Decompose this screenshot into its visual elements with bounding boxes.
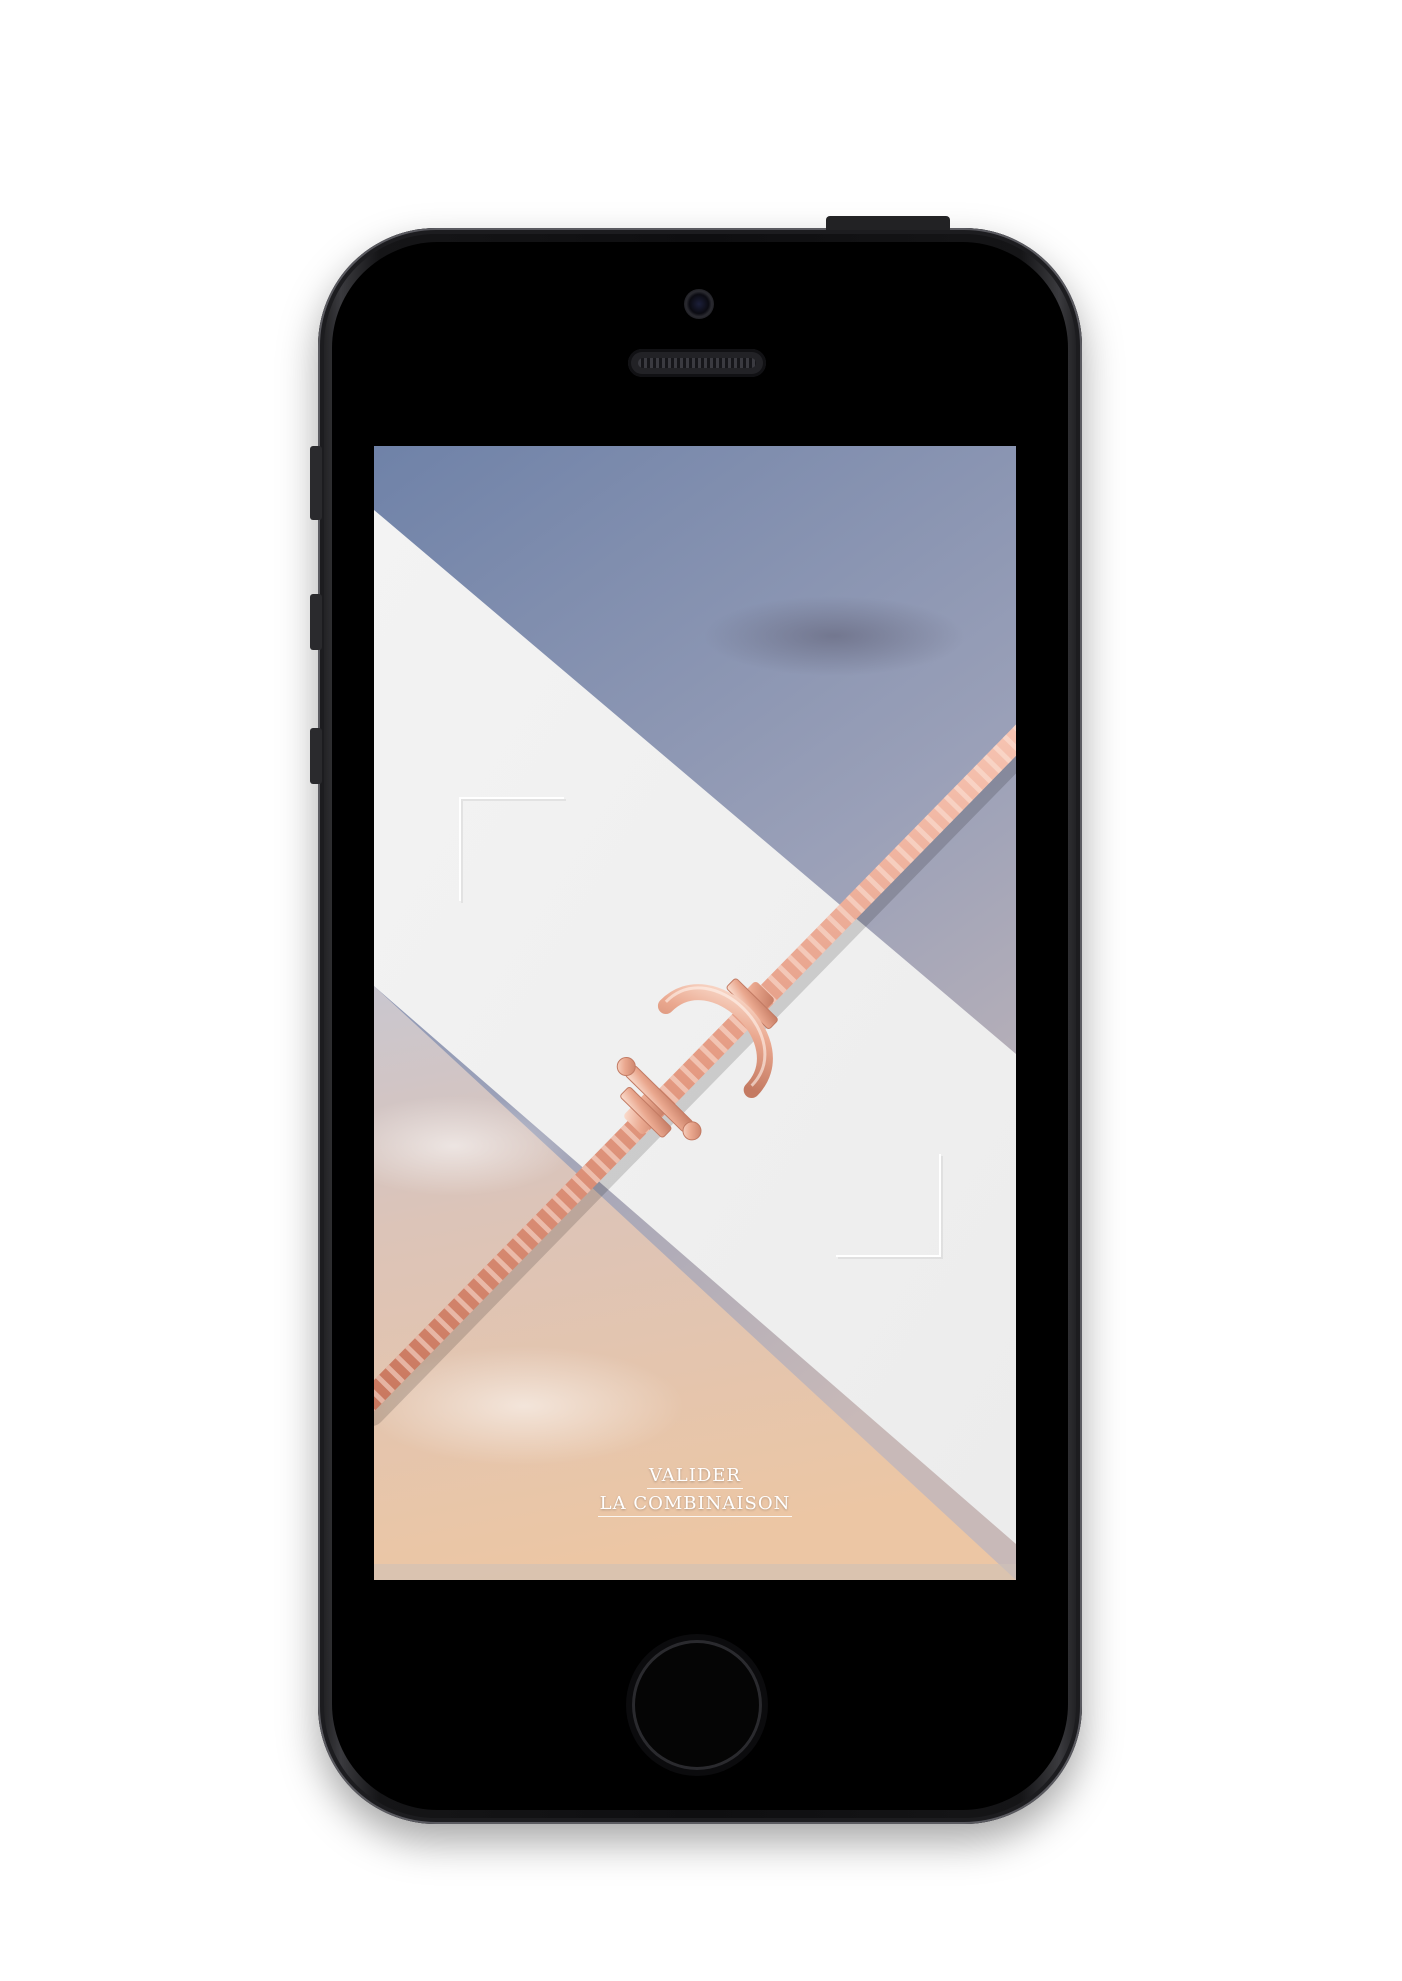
cta-line-1: VALIDER bbox=[647, 1464, 743, 1489]
home-button-icon[interactable] bbox=[632, 1640, 762, 1770]
volume-up-button bbox=[310, 594, 322, 650]
speaker-icon bbox=[628, 349, 766, 377]
cloud bbox=[704, 596, 964, 676]
power-button bbox=[826, 216, 950, 230]
cta-line-2: LA COMBINAISON bbox=[597, 1492, 793, 1517]
camera-icon bbox=[684, 289, 714, 319]
screen-artwork bbox=[374, 446, 1016, 1580]
app-screen: VALIDER LA COMBINAISON bbox=[374, 446, 1016, 1580]
validate-combination-button[interactable]: VALIDER LA COMBINAISON bbox=[374, 1462, 1016, 1518]
silent-switch bbox=[310, 446, 322, 520]
volume-down-button bbox=[310, 728, 322, 784]
